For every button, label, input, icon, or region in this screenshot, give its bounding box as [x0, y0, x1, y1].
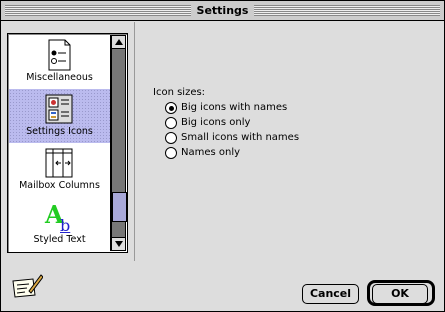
list-item-label: Mailbox Columns [19, 180, 100, 191]
mailbox-columns-icon [45, 148, 73, 178]
window-title: Settings [190, 3, 255, 18]
ok-button[interactable]: OK [372, 284, 428, 304]
list-item-label: Styled Text [33, 234, 86, 245]
settings-icons-icon [45, 94, 73, 124]
radio-label: Small icons with names [181, 132, 300, 143]
scroll-down-arrow[interactable] [111, 237, 126, 251]
down-arrow-icon [115, 241, 123, 247]
miscellaneous-icon [48, 39, 71, 71]
scroll-thumb[interactable] [112, 192, 127, 222]
icon-sizes-label: Icon sizes: [153, 87, 206, 98]
radio-button[interactable] [165, 132, 177, 144]
list-item-label: Miscellaneous [26, 72, 93, 83]
radio-button[interactable] [165, 102, 177, 114]
list-item-label: Settings Icons [26, 126, 93, 137]
cancel-button[interactable]: Cancel [302, 284, 359, 304]
category-list-scrollbar[interactable] [111, 35, 127, 251]
edit-pen-icon [12, 274, 43, 298]
list-item-styled-text[interactable]: A b Styled Text [9, 197, 110, 251]
radio-button[interactable] [165, 147, 177, 159]
radio-label: Names only [181, 147, 241, 158]
scroll-up-arrow[interactable] [111, 35, 126, 49]
title-bar[interactable]: Settings [1, 1, 444, 21]
panel-divider [134, 22, 135, 261]
styled-text-icon: A b [44, 201, 70, 233]
category-list-area: Miscellaneous Settings Icons Mailbox Col… [9, 35, 111, 251]
radio-label: Big icons with names [181, 102, 288, 113]
up-arrow-icon [115, 39, 123, 45]
radio-label: Big icons only [181, 117, 251, 128]
radio-button[interactable] [165, 117, 177, 129]
settings-category-list: Miscellaneous Settings Icons Mailbox Col… [7, 33, 128, 253]
scroll-track[interactable] [111, 49, 127, 237]
settings-window: Settings Miscellaneous Settings Icons Ma… [0, 0, 445, 312]
list-item-mailbox-columns[interactable]: Mailbox Columns [9, 143, 110, 197]
list-item-miscellaneous[interactable]: Miscellaneous [9, 35, 110, 89]
svg-text:b: b [60, 216, 70, 233]
list-item-settings-icons[interactable]: Settings Icons [9, 89, 110, 143]
